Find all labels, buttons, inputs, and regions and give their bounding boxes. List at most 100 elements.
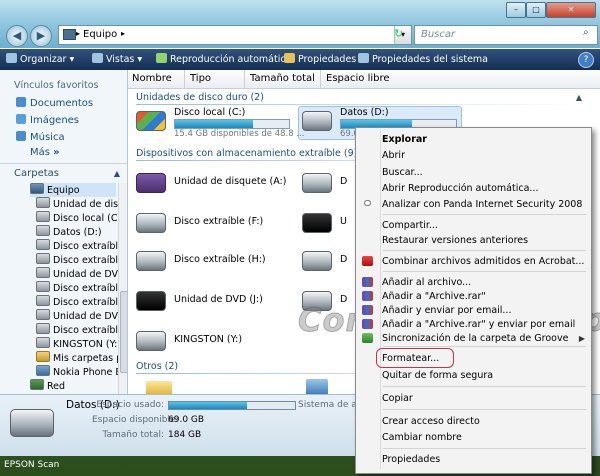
drive-c-item[interactable]: Disco local (C:) 15.4 GB disponibles de …	[136, 105, 304, 141]
breadcrumb-equipo[interactable]: Equipo	[83, 29, 117, 40]
drive-item-right[interactable]: D	[302, 167, 362, 203]
winrar-icon	[362, 305, 373, 315]
close-button[interactable]: ✕	[546, 2, 596, 18]
forward-button[interactable]: ▶	[30, 25, 52, 47]
more-favorites-link[interactable]: Más »	[30, 147, 60, 158]
properties-button[interactable]: Propiedades	[284, 53, 356, 65]
tree-item[interactable]: Unidad de DVD	[36, 267, 125, 281]
maximize-button[interactable]: □	[526, 2, 546, 18]
group-other[interactable]: Otros (2)	[136, 361, 178, 372]
tree-item[interactable]: Disco extraíble	[36, 239, 124, 253]
group-hard-drives[interactable]: Unidades de disco duro (2)	[136, 92, 264, 103]
menu-separator	[383, 346, 586, 347]
menu-item-groove[interactable]: Sincronización de la carpeta de Groove	[382, 333, 568, 344]
column-tamano-total[interactable]: Tamaño total	[250, 73, 315, 84]
menu-item-acceso-directo[interactable]: Crear acceso directo	[382, 416, 480, 427]
refresh-icon[interactable]: ↻	[394, 27, 408, 41]
nav-scroll-thumb[interactable]	[120, 291, 127, 373]
search-icon[interactable]: ⌕	[583, 27, 589, 38]
nav-scrollbar[interactable]	[118, 183, 127, 394]
menu-gutter	[380, 130, 381, 469]
favorite-documentos[interactable]: Documentos	[16, 97, 93, 109]
column-divider[interactable]	[244, 70, 245, 88]
column-nombre[interactable]: Nombre	[132, 73, 172, 84]
drive-h-item[interactable]: Disco extraíble (H:)	[136, 245, 296, 281]
floppy-icon	[36, 197, 50, 208]
tree-item[interactable]: Mis carpetas p	[36, 351, 122, 365]
menu-item-formatear[interactable]: Formatear...	[382, 353, 439, 364]
tree-item-equipo[interactable]: Equipo	[30, 183, 116, 197]
menu-item-add-archive[interactable]: Añadir al archivo...	[382, 277, 471, 288]
menu-item-quitar[interactable]: Quitar de forma segura	[382, 370, 493, 381]
menu-item-add-email[interactable]: Añadir y enviar por email...	[382, 305, 511, 316]
menu-item-compartir[interactable]: Compartir...	[382, 220, 438, 231]
group-removable[interactable]: Dispositivos con almacenamiento extraíbl…	[136, 148, 357, 159]
tree-item[interactable]: Unidad de disc	[36, 197, 123, 211]
address-bar[interactable]: ▸ Equipo ▸ ▾	[58, 25, 412, 45]
drive-label: Disco extraíble (F:)	[174, 216, 264, 227]
menu-item-explorar[interactable]: Explorar	[382, 134, 427, 145]
usb-drive-icon	[136, 331, 166, 351]
favorite-musica[interactable]: Música	[16, 131, 65, 143]
collapse-icon[interactable]: ▲	[576, 93, 582, 102]
windows-drive-icon	[136, 111, 166, 131]
dvd-drive-icon	[302, 213, 332, 233]
drive-usage-bar	[174, 119, 290, 129]
tree-item[interactable]: Disco extraíble	[36, 295, 124, 309]
tree-item[interactable]: Disco extraíble	[36, 281, 124, 295]
column-espacio-libre[interactable]: Espacio libre	[326, 73, 390, 84]
usb-drive-icon	[36, 337, 50, 348]
drive-label: Unidad de DVD (J:)	[174, 294, 263, 305]
menu-item-add-rar-email[interactable]: Añadir a "Archive.rar" y enviar por emai…	[382, 319, 575, 330]
total-size-label: Tamaño total:	[102, 430, 165, 440]
breadcrumb-separator-2[interactable]: ▸	[121, 29, 125, 38]
views-icon	[92, 53, 103, 63]
menu-item-add-rar[interactable]: Añadir a "Archive.rar"	[382, 291, 486, 302]
menu-item-abrir[interactable]: Abrir	[382, 150, 405, 161]
tree-item[interactable]: Disco extraíble	[36, 323, 124, 337]
menu-item-restaurar[interactable]: Restaurar versiones anteriores	[382, 235, 528, 246]
drive-item-right[interactable]: U	[302, 207, 362, 243]
menu-item-cambiar-nombre[interactable]: Cambiar nombre	[382, 432, 462, 443]
tree-item-red[interactable]: Red	[30, 379, 65, 393]
desktop-icon-label[interactable]: EPSON Scan	[4, 460, 59, 470]
system-properties-icon	[358, 53, 369, 63]
tree-item[interactable]: Datos (D:)	[36, 225, 102, 239]
favorite-imagenes[interactable]: Imágenes	[16, 114, 79, 126]
menu-item-propiedades[interactable]: Propiedades	[382, 454, 440, 465]
views-button[interactable]: Vistas ▾	[92, 53, 142, 65]
folders-collapse-icon[interactable]: ▲	[114, 169, 120, 178]
menu-item-copiar[interactable]: Copiar	[382, 393, 413, 404]
minimize-button[interactable]: –	[506, 2, 526, 18]
column-divider[interactable]	[320, 70, 321, 88]
menu-item-buscar[interactable]: Buscar...	[382, 167, 423, 178]
tree-item[interactable]: Disco local (C:	[36, 211, 121, 225]
search-input[interactable]: Buscar ⌕	[414, 25, 598, 45]
back-button[interactable]: ◀	[6, 25, 28, 47]
column-tipo[interactable]: Tipo	[190, 73, 211, 84]
column-divider[interactable]	[184, 70, 185, 88]
menu-item-panda[interactable]: Analizar con Panda Internet Security 200…	[382, 199, 582, 210]
tree-item[interactable]: Disco extraíble	[36, 253, 124, 267]
tree-item[interactable]: Nokia Phone B	[36, 365, 122, 379]
drive-item-right[interactable]: D	[302, 245, 362, 281]
menu-separator	[383, 409, 586, 410]
menu-item-acrobat[interactable]: Combinar archivos admitidos en Acrobat..…	[382, 256, 584, 267]
tree-item[interactable]: KINGSTON (Y:)	[36, 337, 121, 351]
help-icon[interactable]: ?	[578, 52, 594, 68]
drive-label: Unidad de disquete (A:)	[174, 176, 287, 187]
tree-item[interactable]: Unidad de DVD	[36, 309, 125, 323]
folders-header[interactable]: Carpetas ▲	[0, 165, 124, 183]
autoplay-button[interactable]: Reproducción automática	[156, 53, 291, 65]
winrar-icon	[362, 277, 373, 287]
system-properties-button[interactable]: Propiedades del sistema	[358, 53, 488, 65]
dvd-drive-item[interactable]: Unidad de DVD (J:)	[136, 285, 296, 321]
drive-f-item[interactable]: Disco extraíble (F:)	[136, 207, 296, 243]
winrar-icon	[362, 291, 373, 301]
kingston-drive-item[interactable]: KINGSTON (Y:)	[136, 325, 296, 361]
folder-icon	[36, 351, 50, 362]
menu-item-autoplay[interactable]: Abrir Reproducción automática...	[382, 183, 538, 194]
organize-button[interactable]: Organizar ▾	[6, 53, 74, 65]
floppy-drive-item[interactable]: Unidad de disquete (A:)	[136, 167, 296, 203]
menu-separator	[383, 448, 586, 449]
